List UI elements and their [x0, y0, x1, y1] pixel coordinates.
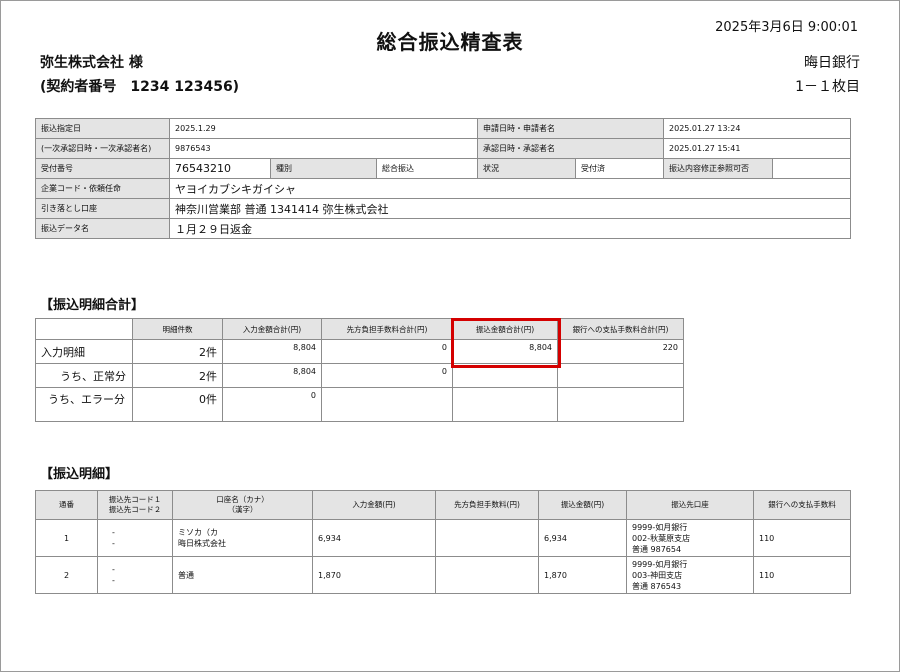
- summary-row-input: 8,804: [222, 363, 322, 388]
- summary-row-fee: 0: [321, 363, 453, 388]
- debit-account-value: 神奈川営業部 普通 1341414 弥生株式会社: [168, 198, 852, 219]
- details-header-input: 入力金額(円): [312, 490, 436, 520]
- summary-row-fee: 0: [321, 339, 453, 364]
- details-header-fee: 先方負担手数料(円): [435, 490, 539, 520]
- detail-codes: --: [97, 556, 173, 594]
- detail-seq: 1: [35, 519, 98, 557]
- contract-number: (契約者番号 1234 123456): [40, 79, 240, 95]
- summary-row-label: うち、正常分: [35, 363, 133, 388]
- transfer-total-highlight: [451, 318, 561, 368]
- summary-row: 入力明細 2件 8,804 0 8,804 220: [35, 339, 684, 364]
- apply-value: 2025.01.27 13:24: [663, 118, 852, 139]
- first-approval-value: 9876543: [168, 138, 479, 159]
- summary-row-count: 0件: [132, 387, 223, 422]
- detail-transfer: 6,934: [538, 519, 627, 557]
- summary-row-label: 入力明細: [35, 339, 133, 364]
- summary-row-transfer: [452, 387, 558, 422]
- summary-row-bank-fee: [557, 387, 684, 422]
- details-header-seq: 通番: [35, 490, 98, 520]
- details-header-bank-fee: 銀行への支払手数料: [753, 490, 851, 520]
- page-number: 1－１枚目: [795, 79, 860, 95]
- approval-value: 2025.01.27 15:41: [663, 138, 852, 159]
- summary-header-bank-fee: 銀行への支払手数料合計(円): [557, 318, 684, 340]
- detail-destination-account: 9999-如月銀行 002-秋葉原支店 普通 987654: [626, 519, 754, 557]
- kind-label: 種別: [270, 158, 377, 179]
- summary-header-count: 明細件数: [132, 318, 223, 340]
- apply-label: 申請日時・申請者名: [477, 118, 665, 139]
- details-header-account: 振込先口座: [626, 490, 754, 520]
- table-row: 1 -- ミソカ（カ 晦日株式会社 6,934 6,934 9999-如月銀行 00…: [35, 519, 851, 557]
- summary-row-count: 2件: [132, 363, 223, 388]
- details-section-title: 【振込明細】: [40, 467, 119, 482]
- status-label: 状況: [479, 159, 577, 178]
- detail-bank-fee: 110: [753, 556, 851, 594]
- summary-section-title: 【振込明細合計】: [40, 298, 145, 313]
- company-name: 弥生株式会社 様: [40, 55, 143, 71]
- summary-header-empty: [35, 318, 133, 340]
- detail-codes: --: [97, 519, 173, 557]
- detail-fee: [435, 556, 539, 594]
- summary-row-bank-fee: 220: [557, 339, 684, 364]
- first-approval-label: (一次承認日時・一次承認者名): [35, 138, 170, 159]
- summary-row-fee: [321, 387, 453, 422]
- transfer-date-value: 2025.1.29: [168, 118, 479, 139]
- approval-label: 承認日時・承認者名: [477, 138, 665, 159]
- detail-account-name: 普通: [172, 556, 313, 594]
- status-value: 受付済: [576, 159, 663, 178]
- summary-row: うち、エラー分 0件 0: [35, 387, 684, 422]
- summary-row-input: 0: [222, 387, 322, 422]
- summary-header-fee: 先方負担手数料合計(円): [321, 318, 453, 340]
- details-table: 通番 振込先コード１ 振込先コード２ 口座名（カナ） （漢字） 入力金額(円) 先方…: [35, 490, 851, 594]
- receipt-value: 76543210: [169, 158, 271, 179]
- table-row: 2 -- 普通 1,870 1,870 9999-如月銀行 003-神田支店 普通 …: [35, 556, 851, 594]
- modify-value: [772, 158, 852, 179]
- detail-destination-account: 9999-如月銀行 003-神田支店 普通 876543: [626, 556, 754, 594]
- bank-name: 晦日銀行: [804, 55, 860, 71]
- summary-header-input: 入力金額合計(円): [222, 318, 322, 340]
- detail-account-name: ミソカ（カ 晦日株式会社: [172, 519, 313, 557]
- detail-input: 1,870: [312, 556, 436, 594]
- info-table: 振込指定日 2025.1.29 申請日時・申請者名 2025.01.27 13:…: [35, 118, 852, 239]
- detail-fee: [435, 519, 539, 557]
- details-header-name: 口座名（カナ） （漢字）: [172, 490, 313, 520]
- printed-datetime: 2025年3月6日 9:00:01: [715, 20, 858, 35]
- details-header-transfer: 振込金額(円): [538, 490, 627, 520]
- transfer-date-label: 振込指定日: [35, 118, 170, 139]
- summary-row-bank-fee: [557, 363, 684, 388]
- detail-transfer: 1,870: [538, 556, 627, 594]
- details-header-code: 振込先コード１ 振込先コード２: [97, 490, 173, 520]
- detail-input: 6,934: [312, 519, 436, 557]
- summary-row-input: 8,804: [222, 339, 322, 364]
- summary-row-count: 2件: [132, 339, 223, 364]
- summary-row-label: うち、エラー分: [35, 387, 133, 422]
- debit-account-label: 引き落とし口座: [35, 198, 170, 219]
- summary-table: 明細件数 入力金額合計(円) 先方負担手数料合計(円) 振込金額合計(円) 銀行…: [35, 318, 684, 422]
- detail-bank-fee: 110: [753, 519, 851, 557]
- summary-row: うち、正常分 2件 8,804 0: [35, 363, 684, 388]
- kind-value: 総合振込: [375, 158, 479, 179]
- detail-seq: 2: [35, 556, 98, 594]
- receipt-label: 受付番号: [35, 158, 170, 179]
- data-name-label: 振込データ名: [35, 218, 170, 239]
- company-code-label: 企業コード・依頼任命: [35, 178, 170, 199]
- data-name-value: １月２９日返金: [168, 218, 852, 239]
- modify-label: 振込内容修正参照可否: [663, 158, 774, 179]
- company-code-value: ヤヨイカブシキガイシャ: [168, 178, 852, 199]
